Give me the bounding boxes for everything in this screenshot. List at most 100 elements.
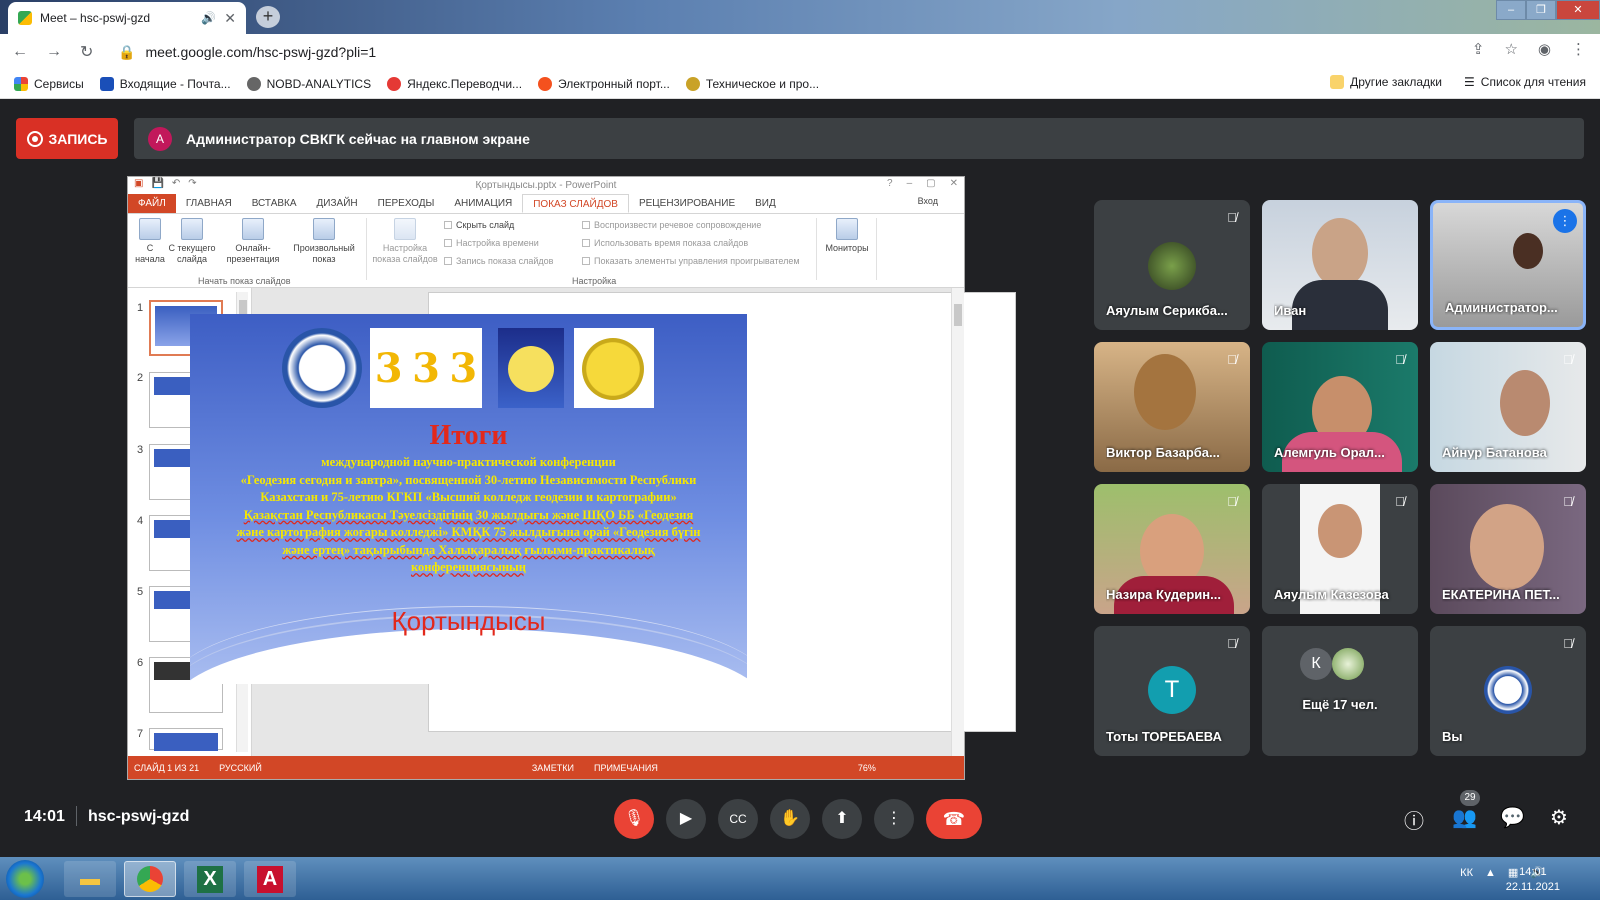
bookmark-yandex[interactable]: Яндекс.Переводчи... [387, 76, 522, 91]
participant-tile[interactable]: Иван [1262, 200, 1418, 330]
tab-view[interactable]: ВИД [745, 194, 786, 213]
undo-icon[interactable]: ↶ [172, 178, 180, 189]
tab-file[interactable]: ФАЙЛ [128, 194, 176, 213]
participant-tile[interactable]: 🎙̸ Аяулым Казезова [1262, 484, 1418, 614]
from-beginning-button[interactable]: С начала [132, 218, 168, 265]
show-controls-checkbox[interactable]: Показать элементы управления проигрывате… [582, 256, 800, 266]
participant-tile[interactable]: 🎙̸ Айнур Батанова [1430, 342, 1586, 472]
close-tab-icon[interactable]: ✕ [224, 10, 236, 27]
zoom-level[interactable]: 76% [858, 763, 876, 773]
participant-tile[interactable]: 🎙̸ ЕКАТЕРИНА ПЕТ... [1430, 484, 1586, 614]
ppt-maximize-icon[interactable]: ▢ [926, 178, 935, 189]
raise-hand-button[interactable]: ✋ [770, 799, 810, 839]
ppt-quick-access: ▣ 💾 ↶ ↷ [134, 178, 197, 189]
participant-tile[interactable]: ⋮ Администратор... [1430, 200, 1586, 330]
present-button[interactable]: ⬆ [822, 799, 862, 839]
info-icon[interactable]: ⓘ [1404, 805, 1424, 834]
slide-thumb-7[interactable] [149, 728, 223, 751]
pdf-taskbar-button[interactable]: A [244, 861, 296, 897]
bookmark-other[interactable]: Другие закладки [1330, 75, 1442, 89]
chat-icon[interactable]: 💬 [1500, 805, 1525, 830]
use-timings-checkbox[interactable]: Использовать время показа слайдов [582, 238, 748, 248]
monitors-button[interactable]: Мониторы [820, 218, 874, 254]
participant-tile[interactable]: 🎙̸ Аяулым Серикба... [1094, 200, 1250, 330]
self-tile[interactable]: 🎙̸ Вы [1430, 626, 1586, 756]
ppt-close-icon[interactable]: ✕ [950, 178, 958, 189]
menu-icon[interactable]: ⋮ [1571, 40, 1586, 58]
ppt-login[interactable]: Вход [918, 196, 938, 206]
more-options-button[interactable]: ⋮ [874, 799, 914, 839]
tab-review[interactable]: РЕЦЕНЗИРОВАНИЕ [629, 194, 745, 213]
more-participants-tile[interactable]: К Ещё 17 чел. [1262, 626, 1418, 756]
tab-home[interactable]: ГЛАВНАЯ [176, 194, 242, 213]
people-icon[interactable]: 👥 [1452, 805, 1477, 830]
participant-tile[interactable]: 🎙̸ Алемгуль Орал... [1262, 342, 1418, 472]
participant-name: Иван [1274, 303, 1307, 318]
bookmark-technical[interactable]: Техническое и про... [685, 76, 819, 91]
browser-tab[interactable]: Meet – hsc-pswj-gzd 🔊 ✕ [8, 2, 246, 34]
minimize-icon[interactable]: – [1496, 0, 1526, 20]
ribbon: С начала С текущего слайда Онлайн-презен… [128, 214, 964, 288]
bookmark-mail[interactable]: Входящие - Почта... [99, 76, 231, 91]
explorer-taskbar-button[interactable]: ▬ [64, 861, 116, 897]
bookmark-nobd[interactable]: NOBD-ANALYTICS [246, 76, 371, 91]
online-present-button[interactable]: Онлайн-презентация [224, 218, 282, 265]
scroll-thumb[interactable] [954, 304, 962, 326]
participant-tile[interactable]: 🎙̸ Назира Кудерин... [1094, 484, 1250, 614]
custom-show-button[interactable]: Произвольный показ [288, 218, 360, 265]
record-show-button[interactable]: Запись показа слайдов [444, 256, 553, 266]
recording-button[interactable]: ЗАПИСЬ [16, 118, 118, 159]
ppt-minimize-icon[interactable]: – [907, 178, 913, 189]
participant-video [1513, 233, 1543, 269]
help-icon[interactable]: ? [887, 178, 893, 189]
address-bar[interactable]: 🔒 meet.google.com/hsc-pswj-gzd?pli=1 [118, 40, 376, 64]
tab-slideshow[interactable]: ПОКАЗ СЛАЙДОВ [522, 194, 629, 213]
activities-icon[interactable]: ⚙ [1550, 805, 1568, 830]
taskbar-clock[interactable]: 14:01 22.11.2021 [1506, 865, 1560, 895]
mic-toggle-button[interactable]: 🎙 [614, 799, 654, 839]
profile-icon[interactable]: ◉ [1538, 40, 1551, 58]
chrome-taskbar-button[interactable] [124, 861, 176, 897]
tab-insert[interactable]: ВСТАВКА [242, 194, 307, 213]
close-window-icon[interactable]: ✕ [1556, 0, 1600, 20]
star-icon[interactable]: ☆ [1504, 40, 1517, 58]
bookmark-services[interactable]: Сервисы [14, 76, 84, 91]
setup-show-button[interactable]: Настройка показа слайдов [368, 218, 442, 265]
reading-list[interactable]: ☰ Список для чтения [1464, 75, 1586, 89]
end-call-button[interactable]: ☎ [926, 799, 982, 839]
rehearse-timings-button[interactable]: Настройка времени [444, 238, 539, 248]
participant-name: Вы [1442, 729, 1463, 744]
new-tab-button[interactable]: + [256, 6, 280, 28]
tray-expand-icon[interactable]: ▲ [1485, 867, 1496, 879]
hide-slide-button[interactable]: Скрыть слайд [444, 220, 514, 230]
reload-icon[interactable]: ↻ [80, 42, 93, 62]
play-narration-checkbox[interactable]: Воспроизвести речевое сопровождение [582, 220, 761, 230]
tab-transitions[interactable]: ПЕРЕХОДЫ [368, 194, 445, 213]
language-indicator[interactable]: КК [1460, 867, 1473, 879]
slide-scrollbar[interactable] [951, 288, 964, 756]
share-icon[interactable]: ⇪ [1472, 40, 1485, 58]
maximize-icon[interactable]: ❐ [1526, 0, 1556, 20]
notes-button[interactable]: ЗАМЕТКИ [532, 763, 574, 773]
forward-icon[interactable]: → [46, 43, 62, 61]
tab-design[interactable]: ДИЗАЙН [307, 194, 368, 213]
back-icon[interactable]: ← [12, 43, 28, 61]
redo-icon[interactable]: ↷ [188, 178, 196, 189]
language-indicator[interactable]: РУССКИЙ [219, 763, 262, 773]
start-button[interactable] [6, 860, 44, 898]
participant-tile[interactable]: Т 🎙̸ Тоты ТОРЕБАЕВА [1094, 626, 1250, 756]
excel-taskbar-button[interactable]: X [184, 861, 236, 897]
ppt-window-controls: ? – ▢ ✕ [887, 178, 958, 189]
slide-title: Итоги [429, 420, 508, 451]
meeting-code[interactable]: hsc-pswj-gzd [88, 808, 189, 826]
tab-animation[interactable]: АНИМАЦИЯ [444, 194, 522, 213]
captions-button[interactable]: CC [718, 799, 758, 839]
from-current-button[interactable]: С текущего слайда [168, 218, 216, 265]
camera-toggle-button[interactable]: ▶ [666, 799, 706, 839]
comments-button[interactable]: ПРИМЕЧАНИЯ [594, 763, 658, 773]
save-icon[interactable]: 💾 [151, 178, 163, 189]
slide-line-1: международной научно-практической конфер… [321, 455, 616, 469]
participant-tile[interactable]: 🎙̸ Виктор Базарба... [1094, 342, 1250, 472]
bookmark-portal[interactable]: Электронный порт... [538, 76, 670, 91]
windows-taskbar [0, 857, 1600, 900]
